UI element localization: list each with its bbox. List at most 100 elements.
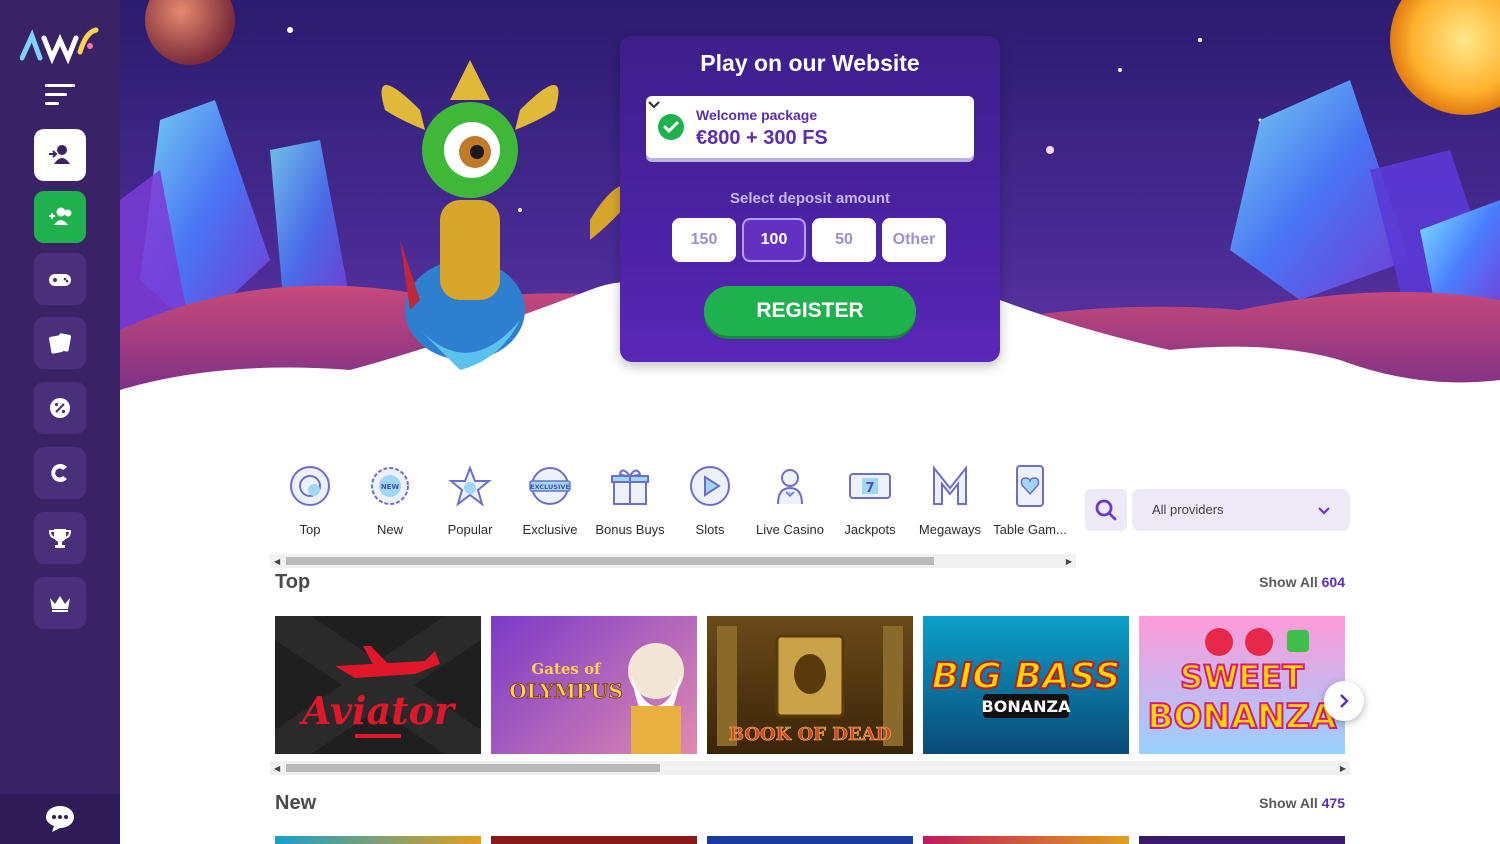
- promotions-button[interactable]: [34, 382, 86, 434]
- new-badge-icon: NEW: [371, 467, 409, 505]
- game-card[interactable]: [707, 836, 913, 844]
- tab-label: Live Casino: [756, 522, 824, 537]
- svg-text:NEW: NEW: [381, 483, 400, 491]
- search-icon: [1095, 499, 1117, 521]
- game-card-book-of-dead[interactable]: BOOK OF DEAD: [707, 616, 913, 754]
- svg-text:BOOK OF DEAD: BOOK OF DEAD: [729, 724, 891, 745]
- register-button[interactable]: REGISTER: [704, 286, 916, 336]
- welcome-package-amount: €800 + 300 FS: [696, 127, 828, 149]
- user-login-icon: [49, 145, 70, 164]
- scroll-left-icon[interactable]: ◀: [274, 557, 280, 566]
- scroll-right-icon[interactable]: ▶: [1340, 764, 1346, 773]
- show-all-new-link[interactable]: Show All 475: [1259, 795, 1345, 811]
- chip-icon: [290, 466, 330, 506]
- scrollbar-thumb[interactable]: [286, 557, 934, 565]
- signup-button[interactable]: [34, 191, 86, 243]
- tab-bonus-buys[interactable]: Bonus Buys: [590, 460, 670, 550]
- deposit-amount-options: 150 100 50 Other: [672, 218, 946, 262]
- gamepad-icon: [49, 274, 71, 286]
- scroll-right-icon[interactable]: ▶: [1066, 557, 1072, 566]
- welcome-package-select[interactable]: Welcome package €800 + 300 FS: [646, 96, 974, 158]
- game-card[interactable]: [923, 836, 1129, 844]
- top-games-row: Aviator Gates of OLYMPUS BOOK OF DEAD BI…: [275, 616, 1345, 754]
- category-tabs: Top NEW New Popular EXCLUSIVE Exclusive …: [270, 460, 1076, 550]
- play-icon: [690, 466, 730, 506]
- checkmark-icon: [658, 114, 684, 140]
- tab-label: Jackpots: [844, 522, 896, 537]
- registration-title: Play on our Website: [700, 50, 920, 76]
- show-all-count: 604: [1321, 574, 1345, 590]
- cards-button[interactable]: [34, 317, 86, 369]
- trophy-icon: [48, 529, 72, 548]
- game-card[interactable]: [275, 836, 481, 844]
- games-next-button[interactable]: [1324, 681, 1364, 721]
- game-card[interactable]: [491, 836, 697, 844]
- category-scrollbar[interactable]: ◀ ▶: [270, 554, 1076, 568]
- games-button[interactable]: [34, 253, 86, 305]
- providers-label: All providers: [1152, 502, 1224, 517]
- tournaments-button[interactable]: [34, 512, 86, 564]
- show-all-label: Show All: [1259, 574, 1318, 590]
- section-title-top: Top: [275, 571, 311, 593]
- svg-text:SWEET: SWEET: [1180, 658, 1304, 696]
- tab-table-games[interactable]: Table Gam...: [990, 460, 1070, 550]
- deposit-amount-label: Select deposit amount: [729, 190, 891, 207]
- chat-icon: [46, 806, 74, 832]
- game-title-aviator: Aviator: [299, 688, 457, 733]
- exclusive-badge-icon: EXCLUSIVE: [529, 467, 571, 505]
- logo[interactable]: [20, 24, 100, 64]
- chat-button[interactable]: [0, 794, 120, 844]
- svg-text:OLYMPUS: OLYMPUS: [509, 679, 623, 703]
- sidebar: [0, 0, 120, 844]
- tab-exclusive[interactable]: EXCLUSIVE Exclusive: [510, 460, 590, 550]
- game-card-gates-of-olympus[interactable]: Gates of OLYMPUS: [491, 616, 697, 754]
- tab-live-casino[interactable]: Live Casino: [750, 460, 830, 550]
- dealer-icon: [777, 469, 803, 505]
- search-button[interactable]: [1085, 489, 1127, 531]
- tab-jackpots[interactable]: 7 Jackpots: [830, 460, 910, 550]
- chevron-down-icon: [648, 101, 660, 109]
- tab-label: Popular: [447, 522, 493, 537]
- tab-megaways[interactable]: Megaways: [910, 460, 990, 550]
- svg-text:BONANZA: BONANZA: [1147, 697, 1337, 737]
- svg-text:BIG BASS: BIG BASS: [932, 656, 1121, 697]
- svg-text:EXCLUSIVE: EXCLUSIVE: [530, 483, 570, 491]
- tab-new[interactable]: NEW New: [350, 460, 430, 550]
- menu-icon[interactable]: [45, 84, 75, 106]
- tab-label: Bonus Buys: [595, 522, 665, 537]
- deposit-amount-150[interactable]: 150: [672, 218, 736, 262]
- game-card-big-bass-bonanza[interactable]: BIG BASS BONANZA: [923, 616, 1129, 754]
- section-title-new: New: [275, 792, 317, 814]
- tab-label: Megaways: [918, 522, 982, 537]
- tab-popular[interactable]: Popular: [430, 460, 510, 550]
- deposit-amount-other[interactable]: Other: [882, 218, 946, 262]
- tab-label: Table Gam...: [993, 522, 1067, 537]
- tab-label: New: [376, 522, 403, 537]
- game-card-aviator[interactable]: Aviator: [275, 616, 481, 754]
- login-button[interactable]: [34, 129, 86, 181]
- tab-label: Exclusive: [522, 522, 578, 537]
- scroll-left-icon[interactable]: ◀: [274, 764, 280, 773]
- chevron-down-icon: [1318, 507, 1330, 515]
- tab-top[interactable]: Top: [270, 460, 350, 550]
- scrollbar-thumb[interactable]: [286, 764, 660, 772]
- hero-banner: Play on our Website Welcome package €800…: [120, 0, 1500, 420]
- casino-button[interactable]: [34, 447, 86, 499]
- deposit-amount-100[interactable]: 100: [742, 218, 806, 262]
- svg-text:7: 7: [865, 481, 874, 496]
- user-add-icon: [49, 207, 72, 225]
- show-all-top-link[interactable]: Show All 604: [1259, 574, 1345, 590]
- tab-slots[interactable]: Slots: [670, 460, 750, 550]
- percent-gear-icon: [50, 398, 70, 418]
- tab-label: Slots: [695, 522, 725, 537]
- game-card-sweet-bonanza[interactable]: SWEET BONANZA: [1139, 616, 1345, 754]
- svg-text:BONANZA: BONANZA: [982, 697, 1072, 716]
- star-icon: [448, 465, 492, 507]
- welcome-package-label: Welcome package: [696, 107, 818, 123]
- deposit-amount-50[interactable]: 50: [812, 218, 876, 262]
- crown-icon: [50, 596, 70, 612]
- vip-button[interactable]: [34, 577, 86, 629]
- providers-select[interactable]: All providers: [1132, 489, 1350, 531]
- game-card[interactable]: [1139, 836, 1345, 844]
- games-scrollbar[interactable]: ◀ ▶: [270, 761, 1350, 775]
